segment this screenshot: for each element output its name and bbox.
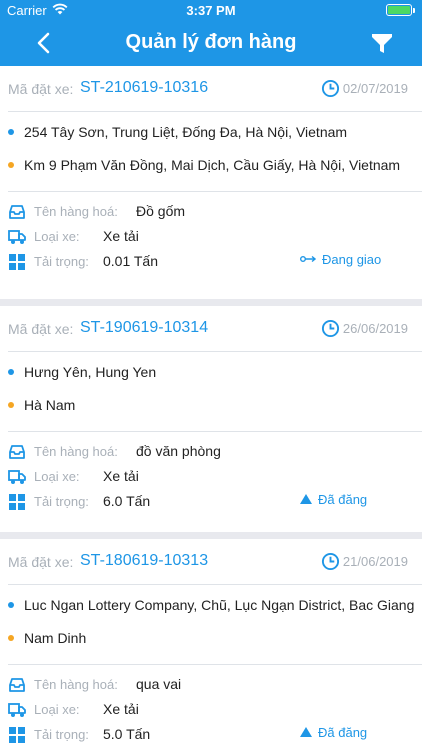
goods-value: đồ văn phòng [136, 443, 221, 459]
vehicle-label: Loại xe: [34, 229, 80, 244]
dropoff-address: Nam Dinh [24, 630, 87, 646]
pickup-address-row: Hưng Yên, Hung Yen [8, 364, 416, 380]
vehicle-value: Xe tải [103, 701, 139, 717]
clock-icon [321, 79, 340, 98]
order-code: ST-180619-10313 [80, 552, 209, 569]
load-value: 5.0 Tấn [103, 726, 151, 742]
order-card-header: Mã đặt xe: ST-180619-10313 21/06/2019 [8, 539, 422, 585]
clock-time: 3:37 PM [186, 3, 236, 18]
order-status: Đang giao [300, 252, 381, 267]
order-details: Tên hàng hoá: Đồ gốm Loại xe: Xe tải Tải… [8, 192, 422, 292]
load-label: Tải trọng: [34, 254, 89, 269]
load-value: 6.0 Tấn [103, 493, 151, 509]
grid-icon [9, 727, 25, 743]
status-bar: Carrier 3:37 PM [0, 0, 422, 20]
order-status-label: Đang giao [322, 252, 382, 267]
load-label: Tải trọng: [34, 727, 89, 742]
navigation-bar: Quản lý đơn hàng [0, 20, 422, 66]
posted-triangle-icon [300, 494, 312, 504]
order-code-label: Mã đặt xe: [8, 321, 74, 337]
posted-triangle-icon [300, 727, 312, 737]
filter-icon[interactable] [368, 29, 396, 57]
pickup-dot-icon [8, 369, 14, 375]
goods-label: Tên hàng hoá: [34, 444, 118, 459]
grid-icon [9, 254, 25, 270]
order-card-header: Mã đặt xe: ST-190619-10314 26/06/2019 [8, 306, 422, 352]
battery-icon [386, 4, 415, 16]
vehicle-label: Loại xe: [34, 702, 80, 717]
truck-icon [8, 230, 26, 244]
vehicle-label: Loại xe: [34, 469, 80, 484]
pickup-address: Luc Ngan Lottery Company, Chũ, Lục Ngạn … [24, 597, 415, 613]
pickup-dot-icon [8, 602, 14, 608]
truck-icon [8, 703, 26, 717]
pickup-dot-icon [8, 129, 14, 135]
order-route: Luc Ngan Lottery Company, Chũ, Lục Ngạn … [8, 585, 422, 665]
order-details: Tên hàng hoá: đồ văn phòng Loại xe: Xe t… [8, 432, 422, 532]
dropoff-address: Km 9 Phạm Văn Đồng, Mai Dịch, Cầu Giấy, … [24, 157, 401, 173]
load-value: 0.01 Tấn [103, 253, 159, 269]
clock-icon [321, 552, 340, 571]
order-route: 254 Tây Sơn, Trung Liệt, Đống Đa, Hà Nội… [8, 112, 422, 192]
dropoff-dot-icon [8, 162, 14, 168]
goods-label: Tên hàng hoá: [34, 677, 118, 692]
inbox-icon [9, 445, 25, 459]
truck-icon [8, 470, 26, 484]
order-status: Đã đăng [300, 725, 367, 740]
pickup-address: 254 Tây Sơn, Trung Liệt, Đống Đa, Hà Nội… [24, 124, 348, 140]
order-code-label: Mã đặt xe: [8, 554, 74, 570]
order-list: Mã đặt xe: ST-210619-10316 02/07/2019 25… [0, 66, 422, 750]
order-status-label: Đã đăng [318, 492, 368, 507]
grid-icon [9, 494, 25, 510]
order-code: ST-190619-10314 [80, 319, 209, 336]
clock-icon [321, 319, 340, 338]
dropoff-dot-icon [8, 635, 14, 641]
delivering-icon [300, 255, 316, 263]
order-route: Hưng Yên, Hung Yen Hà Nam [8, 352, 422, 432]
order-date: 21/06/2019 [342, 554, 408, 569]
order-card-header: Mã đặt xe: ST-210619-10316 02/07/2019 [8, 66, 422, 112]
vehicle-value: Xe tải [103, 228, 139, 244]
load-label: Tải trọng: [34, 494, 89, 509]
inbox-icon [9, 205, 25, 219]
order-date: 02/07/2019 [342, 81, 408, 96]
page-title: Quản lý đơn hàng [125, 31, 297, 53]
vehicle-value: Xe tải [103, 468, 139, 484]
pickup-address-row: Luc Ngan Lottery Company, Chũ, Lục Ngạn … [8, 597, 416, 613]
order-date: 26/06/2019 [342, 321, 408, 336]
order-code-label: Mã đặt xe: [8, 81, 74, 97]
order-card[interactable]: Mã đặt xe: ST-190619-10314 26/06/2019 Hư… [0, 299, 422, 532]
order-card[interactable]: Mã đặt xe: ST-180619-10313 21/06/2019 Lu… [0, 532, 422, 750]
order-details: Tên hàng hoá: qua vai Loại xe: Xe tải Tả… [8, 665, 422, 750]
order-card[interactable]: Mã đặt xe: ST-210619-10316 02/07/2019 25… [0, 66, 422, 299]
dropoff-address-row: Nam Dinh [8, 630, 416, 646]
dropoff-address-row: Km 9 Phạm Văn Đồng, Mai Dịch, Cầu Giấy, … [8, 157, 416, 173]
inbox-icon [9, 678, 25, 692]
goods-value: Đồ gốm [136, 203, 186, 219]
goods-value: qua vai [136, 676, 182, 692]
pickup-address-row: 254 Tây Sơn, Trung Liệt, Đống Đa, Hà Nội… [8, 124, 416, 140]
dropoff-dot-icon [8, 402, 14, 408]
order-code: ST-210619-10316 [80, 79, 209, 96]
order-status: Đã đăng [300, 492, 367, 507]
dropoff-address: Hà Nam [24, 397, 76, 413]
goods-label: Tên hàng hoá: [34, 204, 118, 219]
dropoff-address-row: Hà Nam [8, 397, 416, 413]
order-status-label: Đã đăng [318, 725, 368, 740]
pickup-address: Hưng Yên, Hung Yen [24, 364, 157, 380]
